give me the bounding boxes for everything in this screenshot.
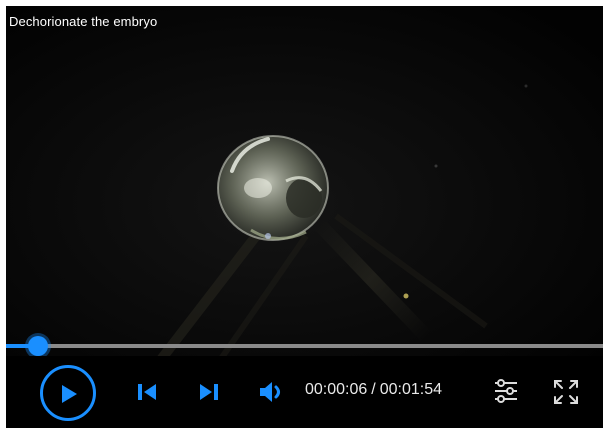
next-button[interactable]: [199, 383, 219, 406]
video-player: Dechorionate the embryo 00:00:06 / 00:01…: [6, 6, 603, 428]
volume-button[interactable]: [259, 381, 285, 408]
volume-icon: [260, 382, 280, 402]
duration: 00:01:54: [379, 381, 443, 398]
settings-button[interactable]: [493, 378, 519, 411]
settings-sliders-icon: [495, 379, 517, 403]
play-button[interactable]: [40, 365, 96, 421]
video-title: Dechorionate the embryo: [9, 14, 158, 29]
current-time: 00:00:06: [305, 381, 368, 398]
play-icon: [62, 385, 77, 403]
fullscreen-icon: [554, 380, 578, 404]
time-display: 00:00:06/00:01:54: [305, 381, 442, 399]
progress-handle[interactable]: [28, 336, 48, 356]
fullscreen-button[interactable]: [553, 379, 579, 410]
skip-next-icon: [200, 384, 218, 400]
previous-button[interactable]: [137, 383, 157, 406]
control-bar: 00:00:06/00:01:54: [6, 356, 603, 428]
video-still: [6, 6, 603, 366]
skip-previous-icon: [138, 384, 156, 400]
time-separator: /: [371, 381, 376, 398]
progress-bar[interactable]: [6, 344, 603, 348]
video-frame[interactable]: Dechorionate the embryo: [6, 6, 603, 366]
